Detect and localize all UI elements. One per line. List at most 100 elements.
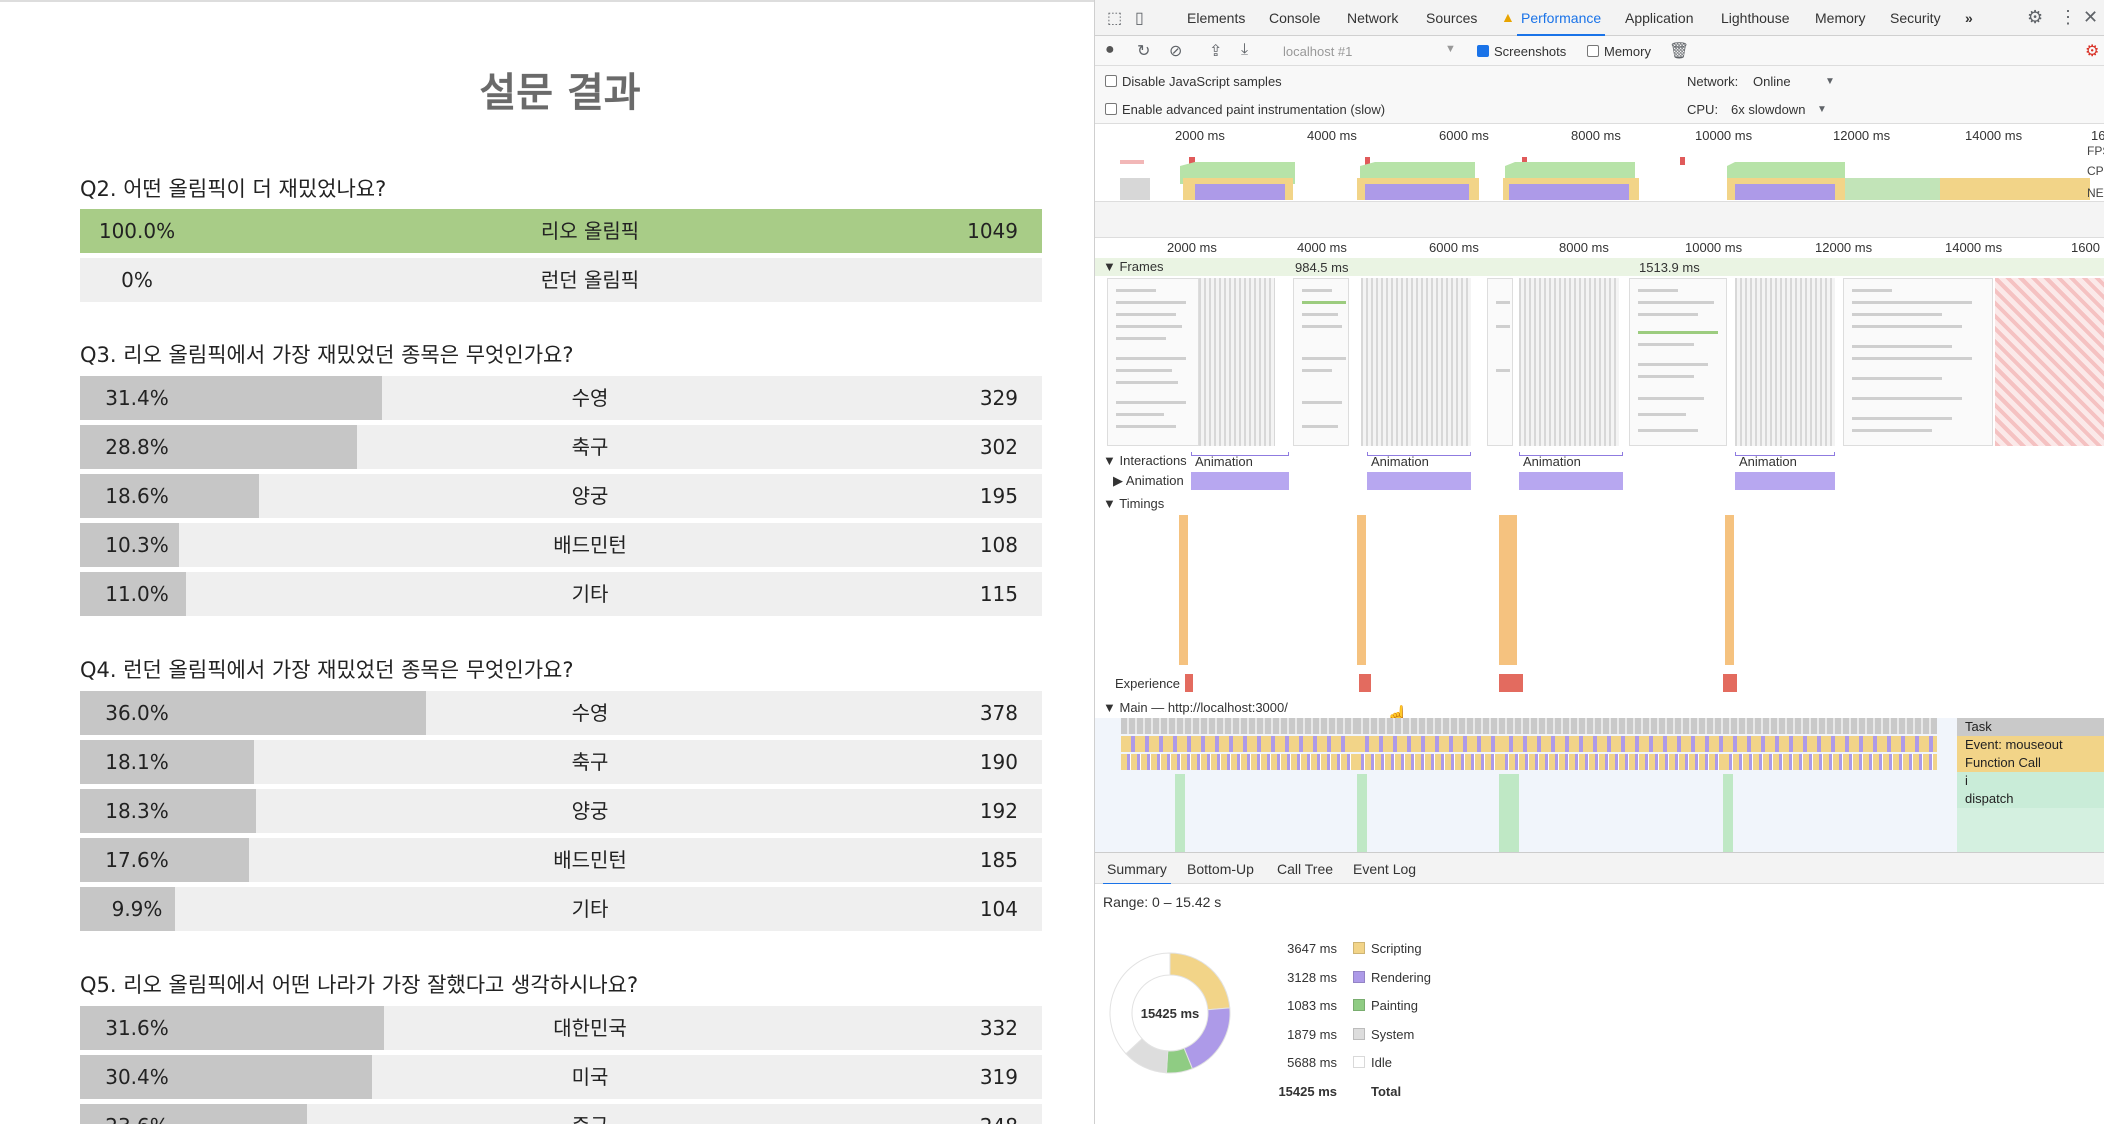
layout-shift-marker[interactable] xyxy=(1723,674,1737,692)
chevron-down-icon[interactable]: ▼ xyxy=(1825,76,1835,87)
flame-i-label[interactable]: i xyxy=(1957,772,2104,790)
function-call-block[interactable] xyxy=(1121,754,1389,770)
tab-elements[interactable]: Elements xyxy=(1187,10,1245,26)
flame-dispatch-label[interactable]: dispatch xyxy=(1957,790,2104,808)
paint-block[interactable] xyxy=(1175,774,1185,852)
frame-screenshot[interactable] xyxy=(1487,278,1513,446)
tab-console[interactable]: Console xyxy=(1269,10,1320,26)
result-option: 런던 올림픽 xyxy=(540,268,640,292)
result-count: 378 xyxy=(979,701,1018,725)
interaction-name: Animation xyxy=(1371,454,1429,469)
memory-checkbox[interactable]: Memory xyxy=(1587,44,1651,59)
layout-shift-marker[interactable] xyxy=(1499,674,1523,692)
paint-block[interactable] xyxy=(1357,774,1367,852)
inspect-element-icon[interactable]: ⬚ xyxy=(1107,8,1122,28)
frame-stripes xyxy=(1519,278,1619,446)
rendering-label: Rendering xyxy=(1371,970,1431,985)
ruler-tick: 6000 ms xyxy=(1429,240,1479,255)
result-option: 기타 xyxy=(571,897,609,921)
frames-track-header[interactable]: ▼ Frames xyxy=(1103,259,1164,274)
tab-summary[interactable]: Summary xyxy=(1103,861,1171,885)
frame-screenshot[interactable] xyxy=(1843,278,1993,446)
devtools-panel: ⬚ ▯ Elements Console Network Sources ▲ P… xyxy=(1094,0,2104,1124)
timing-marker[interactable] xyxy=(1499,515,1517,665)
tab-sources[interactable]: Sources xyxy=(1426,10,1477,26)
reload-record-icon[interactable]: ↻ xyxy=(1137,41,1150,61)
screenshots-checkbox[interactable]: Screenshots xyxy=(1477,44,1566,59)
animation-bar[interactable] xyxy=(1191,472,1289,490)
chevron-down-icon[interactable]: ▼ xyxy=(1817,104,1827,115)
timing-marker[interactable] xyxy=(1725,515,1734,665)
tab-performance[interactable]: Performance xyxy=(1516,10,1606,36)
tab-call-tree[interactable]: Call Tree xyxy=(1277,861,1333,877)
tab-lighthouse[interactable]: Lighthouse xyxy=(1721,10,1790,26)
layout-shift-marker[interactable] xyxy=(1185,674,1193,692)
interactions-track-header[interactable]: ▼ Interactions xyxy=(1103,453,1187,468)
overview-tick: 4000 ms xyxy=(1307,128,1357,143)
tab-bottom-up[interactable]: Bottom-Up xyxy=(1187,861,1254,877)
task-block[interactable] xyxy=(1723,718,1937,734)
function-call-block[interactable] xyxy=(1121,736,1389,752)
tab-application[interactable]: Application xyxy=(1625,10,1694,26)
capture-settings-icon[interactable]: ⚙ xyxy=(2085,41,2099,61)
result-count: 108 xyxy=(979,533,1018,557)
result-percent: 36.0% xyxy=(105,701,169,725)
recording-select[interactable]: localhost #1 xyxy=(1283,44,1352,59)
timeline-overview[interactable]: 2000 ms 4000 ms 6000 ms 8000 ms 10000 ms… xyxy=(1095,124,2104,202)
result-row: 9.9% 기타 104 xyxy=(80,887,1042,931)
tab-event-log[interactable]: Event Log xyxy=(1353,861,1416,877)
network-throttle-select[interactable]: Online xyxy=(1753,74,1791,89)
tab-network[interactable]: Network xyxy=(1347,10,1398,26)
function-call-block[interactable] xyxy=(1723,736,1937,752)
main-thread-flamechart[interactable]: Task Event: mouseout Function Call i dis… xyxy=(1095,718,2104,852)
idle-time: 5688 ms xyxy=(1287,1055,1337,1070)
frame-screenshot[interactable] xyxy=(1107,278,1199,446)
result-row: 31.4% 수영 329 xyxy=(80,376,1042,420)
timing-marker[interactable] xyxy=(1357,515,1366,665)
tab-security[interactable]: Security xyxy=(1890,10,1941,26)
tab-memory[interactable]: Memory xyxy=(1815,10,1866,26)
result-count: 248 xyxy=(980,1104,1018,1124)
function-call-block[interactable] xyxy=(1499,736,1725,752)
task-block[interactable] xyxy=(1499,718,1725,734)
flame-function-label[interactable]: Function Call xyxy=(1957,754,2104,772)
timings-label: Timings xyxy=(1119,496,1165,511)
result-percent: 17.6% xyxy=(105,848,169,872)
cpu-throttle-select[interactable]: 6x slowdown xyxy=(1731,102,1805,117)
main-thread-header[interactable]: ▼ Main — http://localhost:3000/ xyxy=(1103,700,1288,715)
animation-bar[interactable] xyxy=(1519,472,1623,490)
animation-subtrack-header[interactable]: ▶ Animation xyxy=(1113,473,1184,489)
result-row: 18.3% 양궁 192 xyxy=(80,789,1042,833)
layout-shift-marker[interactable] xyxy=(1359,674,1371,692)
result-percent: 11.0% xyxy=(105,582,169,606)
flame-task-label[interactable]: Task xyxy=(1957,718,2104,736)
download-icon[interactable]: ⤓ xyxy=(1241,41,1248,59)
system-swatch xyxy=(1353,1028,1365,1040)
close-icon[interactable]: ✕ xyxy=(2083,7,2098,28)
record-icon[interactable]: ● xyxy=(1105,41,1115,59)
frame-screenshot[interactable] xyxy=(1629,278,1727,446)
paint-block[interactable] xyxy=(1723,774,1733,852)
clear-icon[interactable]: ⊘ xyxy=(1169,41,1182,61)
task-block[interactable] xyxy=(1121,718,1389,734)
kebab-menu-icon[interactable]: ⋮ xyxy=(2059,7,2077,28)
timings-track-header[interactable]: ▼ Timings xyxy=(1103,496,1164,511)
advanced-paint-checkbox[interactable]: Enable advanced paint instrumentation (s… xyxy=(1105,102,1385,117)
frame-screenshot[interactable] xyxy=(1293,278,1349,446)
animation-bar[interactable] xyxy=(1367,472,1471,490)
trash-icon[interactable]: 🗑 xyxy=(1669,41,1689,61)
timing-marker[interactable] xyxy=(1179,515,1188,665)
flame-block[interactable] xyxy=(1957,808,2104,852)
function-call-block[interactable] xyxy=(1499,754,1725,770)
paint-block[interactable] xyxy=(1499,774,1519,852)
device-toolbar-icon[interactable]: ▯ xyxy=(1135,8,1144,28)
disable-js-samples-checkbox[interactable]: Disable JavaScript samples xyxy=(1105,74,1282,89)
chevron-down-icon[interactable]: ▼ xyxy=(1445,43,1456,55)
gear-icon[interactable]: ⚙ xyxy=(2027,7,2043,28)
more-tabs-button[interactable]: » xyxy=(1965,10,1973,26)
flame-event-label[interactable]: Event: mouseout xyxy=(1957,736,2104,754)
idle-label: Idle xyxy=(1371,1055,1392,1070)
upload-icon[interactable]: ⇪ xyxy=(1209,41,1222,61)
animation-bar[interactable] xyxy=(1735,472,1835,490)
function-call-block[interactable] xyxy=(1723,754,1937,770)
